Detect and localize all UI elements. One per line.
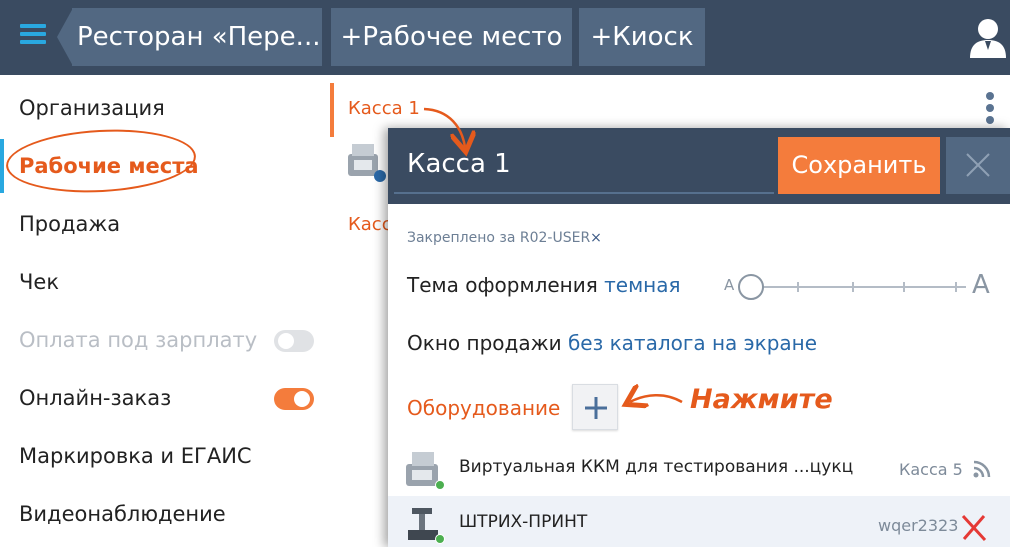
sidebar-item-label: Организация bbox=[19, 96, 165, 120]
sidebar-item-marking-egais[interactable]: Маркировка и ЕГАИС bbox=[0, 427, 330, 485]
sidebar-item-video-surveillance[interactable]: Видеонаблюдение bbox=[0, 485, 330, 543]
add-workplace-button[interactable]: +Рабочее место bbox=[331, 8, 572, 66]
top-header: Ресторан «Пере... +Рабочее место +Киоск bbox=[0, 0, 1010, 75]
more-options-icon[interactable] bbox=[984, 92, 996, 128]
equipment-row[interactable]: ШТРИХ-ПРИНТ wqer2323 bbox=[388, 496, 1010, 547]
add-equipment-button[interactable] bbox=[572, 384, 618, 430]
equipment-workplace: Касса 5 bbox=[899, 460, 963, 479]
sidebar-item-label: Чек bbox=[19, 270, 60, 294]
slider-track bbox=[738, 274, 966, 300]
unpin-close-icon[interactable]: × bbox=[590, 230, 602, 246]
equipment-section-label: Оборудование bbox=[407, 396, 561, 420]
save-button[interactable]: Сохранить bbox=[778, 137, 940, 194]
sale-window-label: Окно продажи bbox=[407, 331, 562, 355]
sidebar-item-online-order[interactable]: Онлайн-заказ bbox=[0, 369, 330, 427]
selected-accent-bar bbox=[330, 83, 334, 137]
dialog-header: Сохранить bbox=[388, 128, 1010, 204]
online-status-dot bbox=[435, 480, 445, 490]
sidebar-item-organization[interactable]: Организация bbox=[0, 79, 330, 137]
sidebar-item-receipt[interactable]: Чек bbox=[0, 253, 330, 311]
theme-setting: Тема оформления темная bbox=[407, 273, 681, 297]
delete-x-icon[interactable] bbox=[960, 512, 988, 542]
online-order-toggle[interactable] bbox=[274, 388, 314, 410]
equipment-row[interactable]: Виртуальная ККМ для тестирования ...цукц… bbox=[388, 444, 1010, 496]
sidebar-item-label: Маркировка и ЕГАИС bbox=[19, 444, 252, 468]
online-status-dot bbox=[435, 534, 445, 544]
close-icon bbox=[966, 153, 990, 177]
equipment-workplace: wqer2323 bbox=[878, 516, 959, 535]
back-notch[interactable] bbox=[57, 8, 73, 66]
workplace-edit-dialog: Сохранить Закреплено за R02-USER× Тема о… bbox=[388, 128, 1010, 547]
payroll-payment-toggle[interactable] bbox=[274, 330, 314, 352]
font-size-slider[interactable]: A A bbox=[724, 270, 992, 302]
sidebar-item-payroll-payment[interactable]: Оплата под зарплату bbox=[0, 311, 330, 369]
user-profile-icon[interactable] bbox=[968, 16, 1008, 58]
sale-window-setting: Окно продажи без каталога на экране bbox=[407, 331, 817, 355]
equipment-name: Виртуальная ККМ для тестирования ...цукц bbox=[459, 457, 854, 477]
close-button[interactable] bbox=[946, 137, 1010, 194]
sale-window-value-link[interactable]: без каталога на экране bbox=[568, 331, 817, 355]
sidebar-item-label: Оплата под зарплату bbox=[19, 328, 258, 352]
hamburger-menu-icon[interactable] bbox=[20, 24, 50, 50]
rss-signal-icon bbox=[973, 460, 991, 478]
cash-register-icon bbox=[348, 144, 386, 182]
slider-knob[interactable] bbox=[738, 274, 764, 300]
add-kiosk-button[interactable]: +Киоск bbox=[579, 8, 705, 66]
theme-label: Тема оформления bbox=[407, 273, 598, 297]
sidebar-item-sales[interactable]: Продажа bbox=[0, 195, 330, 253]
sidebar-item-label: Онлайн-заказ bbox=[19, 386, 172, 410]
pinned-user-info: Закреплено за R02-USER× bbox=[407, 230, 602, 246]
restaurant-title[interactable]: Ресторан «Пере... bbox=[72, 8, 322, 66]
equipment-name: ШТРИХ-ПРИНТ bbox=[459, 512, 588, 532]
pinned-text: Закреплено за R02-USER bbox=[407, 230, 591, 246]
workplace-name-input[interactable] bbox=[394, 136, 774, 194]
sidebar-item-label: Продажа bbox=[19, 212, 121, 236]
large-font-icon: A bbox=[972, 270, 990, 300]
small-font-icon: A bbox=[724, 276, 735, 294]
workplace-item-label[interactable]: Касса 1 bbox=[348, 98, 420, 119]
theme-value-link[interactable]: темная bbox=[604, 273, 680, 297]
sidebar-item-label: Видеонаблюдение bbox=[19, 502, 226, 526]
plus-icon bbox=[585, 397, 607, 419]
hint-annotation-text: Нажмите bbox=[690, 384, 833, 415]
